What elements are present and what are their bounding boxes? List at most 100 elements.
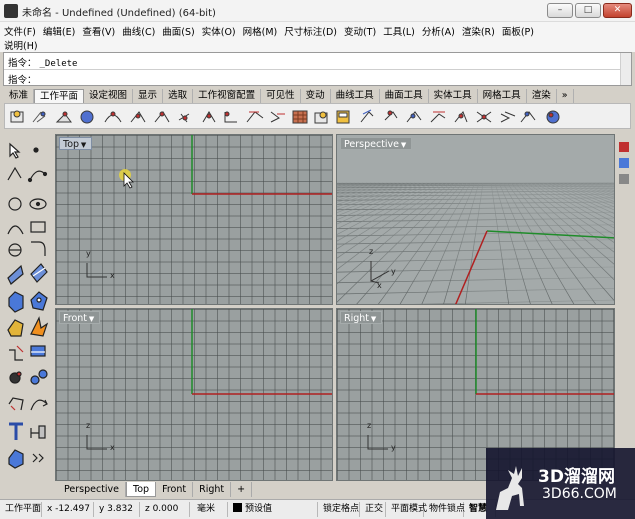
properties-panel-icon[interactable]	[619, 142, 629, 152]
cplane-save-icon[interactable]	[336, 110, 350, 124]
select-arrow-icon[interactable]	[9, 142, 21, 159]
cplane-view-icon[interactable]	[246, 111, 264, 123]
cplane-elevation-icon[interactable]	[10, 110, 24, 123]
close-button[interactable]: ✕	[603, 3, 632, 18]
status-cplane[interactable]: 工作平面	[2, 502, 42, 517]
menu-item[interactable]: 渲染(R)	[462, 24, 495, 38]
menu-item[interactable]: 曲面(S)	[162, 24, 194, 38]
status-ortho[interactable]: 正交	[362, 502, 386, 517]
viewport-tab[interactable]: Right	[193, 482, 232, 497]
explode-icon[interactable]	[30, 316, 49, 337]
toolbar-tab[interactable]: 变动	[301, 89, 331, 103]
fillet-curve-icon[interactable]	[31, 241, 46, 256]
cplane-x-icon[interactable]	[178, 113, 190, 123]
rectangle-icon[interactable]	[30, 221, 46, 233]
ellipse-icon[interactable]	[29, 198, 47, 210]
maximize-button[interactable]: □	[575, 3, 601, 18]
toolbar-tab[interactable]: 渲染	[527, 89, 557, 103]
viewport-top-title[interactable]: Top ▼	[59, 137, 93, 150]
menu-item[interactable]: 文件(F)	[4, 24, 36, 38]
arc-icon[interactable]	[7, 225, 24, 235]
cplane-grid-icon[interactable]	[292, 110, 308, 124]
viewport-right-title[interactable]: Right ▼	[340, 311, 383, 324]
menu-item[interactable]: 尺寸标注(D)	[284, 24, 337, 38]
split-icon[interactable]	[30, 345, 46, 357]
cplane-world-top-icon[interactable]	[270, 111, 285, 123]
toolbar-tab[interactable]: 设定视图	[84, 89, 134, 103]
cplane-front-icon[interactable]	[430, 111, 446, 123]
cplane-origin-icon[interactable]	[32, 111, 46, 123]
add-viewport-tab-button[interactable]: +	[231, 482, 253, 497]
menu-item[interactable]: 面板(P)	[502, 24, 534, 38]
menu-item[interactable]: 查看(V)	[82, 24, 115, 38]
cplane-restore-icon[interactable]	[360, 109, 374, 123]
viewport-top[interactable]: y x Top ▼	[55, 134, 333, 305]
toolbar-tab[interactable]: 工作平面	[34, 89, 85, 103]
toolbar-tab[interactable]: 实体工具	[429, 89, 478, 103]
cplane-left-icon[interactable]	[500, 111, 516, 123]
toolbar-tab[interactable]: 工作视窗配置	[193, 89, 262, 103]
status-planar[interactable]: 平面模式	[388, 502, 427, 517]
command-prompt-line[interactable]: 指令：	[8, 72, 37, 86]
menu-item[interactable]: 实体(O)	[202, 24, 236, 38]
menu-item[interactable]: 工具(L)	[383, 24, 415, 38]
curve-icon[interactable]	[27, 170, 48, 183]
point-icon[interactable]	[33, 147, 39, 153]
toolbar-tab[interactable]: 曲线工具	[331, 89, 380, 103]
viewport-tab[interactable]: Top	[126, 482, 157, 497]
status-layer[interactable]: 预设值	[230, 502, 318, 517]
cplane-named-icon[interactable]	[314, 111, 328, 124]
cplane-sphere-icon[interactable]	[546, 110, 560, 124]
viewport-front[interactable]: z x Front ▼	[55, 308, 333, 481]
dimension-icon[interactable]	[30, 425, 46, 439]
cplane-3point-icon[interactable]	[55, 111, 72, 123]
analyze-icon[interactable]	[8, 449, 24, 469]
display-panel-icon[interactable]	[619, 174, 629, 184]
mesh-icon[interactable]	[7, 319, 24, 337]
command-scrollbar[interactable]	[620, 53, 631, 85]
polygon-icon[interactable]	[8, 243, 22, 257]
cplane-object-icon[interactable]	[80, 110, 94, 124]
menu-item[interactable]: 分析(A)	[422, 24, 455, 38]
cplane-z-icon[interactable]	[224, 111, 237, 123]
cplane-back-icon[interactable]	[476, 111, 492, 123]
layers-panel-icon[interactable]	[619, 158, 629, 168]
cplane-curve-icon[interactable]	[104, 111, 122, 123]
toolbar-tab[interactable]: 标准	[4, 89, 35, 103]
trim-icon[interactable]	[9, 345, 24, 361]
toolbar-tab[interactable]: 选取	[163, 89, 194, 103]
rotate-icon[interactable]	[30, 399, 48, 411]
cplane-y-icon[interactable]	[202, 111, 216, 123]
toolbar-tab[interactable]: 可见性	[261, 89, 301, 103]
minimize-button[interactable]: –	[547, 3, 573, 18]
cplane-rotate-icon[interactable]	[154, 111, 170, 123]
viewport-front-title[interactable]: Front ▼	[59, 311, 101, 324]
menu-item[interactable]: 网格(M)	[243, 24, 278, 38]
cplane-bottom-icon[interactable]	[520, 111, 536, 123]
group-icon[interactable]	[30, 369, 48, 385]
status-osnap[interactable]: 物件锁点	[426, 502, 465, 517]
toolbar-tab[interactable]: »	[557, 89, 574, 103]
cplane-perpendicular-icon[interactable]	[130, 111, 146, 123]
more-tools-icon[interactable]	[32, 453, 44, 463]
cplane-right-icon[interactable]	[454, 111, 468, 123]
menu-item[interactable]: 编辑(E)	[43, 24, 75, 38]
status-grid-snap[interactable]: 锁定格点	[320, 502, 360, 517]
join-icon[interactable]	[9, 371, 22, 384]
cplane-next-icon[interactable]	[406, 111, 422, 123]
move-icon[interactable]	[8, 397, 24, 411]
toolbar-tab[interactable]: 显示	[133, 89, 164, 103]
viewport-perspective[interactable]: z y x Perspective ▼	[336, 134, 615, 305]
menu-item[interactable]: 变动(T)	[344, 24, 376, 38]
box-icon[interactable]	[8, 291, 24, 313]
viewport-perspective-title[interactable]: Perspective ▼	[340, 137, 413, 150]
viewport-tab[interactable]: Perspective	[58, 482, 127, 497]
cplane-previous-icon[interactable]	[384, 110, 398, 121]
viewport-tab[interactable]: Front	[156, 482, 194, 497]
surface-icon[interactable]	[7, 264, 24, 285]
menu-item[interactable]: 说明(H)	[4, 38, 38, 52]
circle-icon[interactable]	[8, 197, 22, 211]
solid-edit-icon[interactable]	[30, 291, 48, 311]
text-icon[interactable]	[9, 422, 23, 440]
toolbar-tab[interactable]: 网格工具	[478, 89, 527, 103]
